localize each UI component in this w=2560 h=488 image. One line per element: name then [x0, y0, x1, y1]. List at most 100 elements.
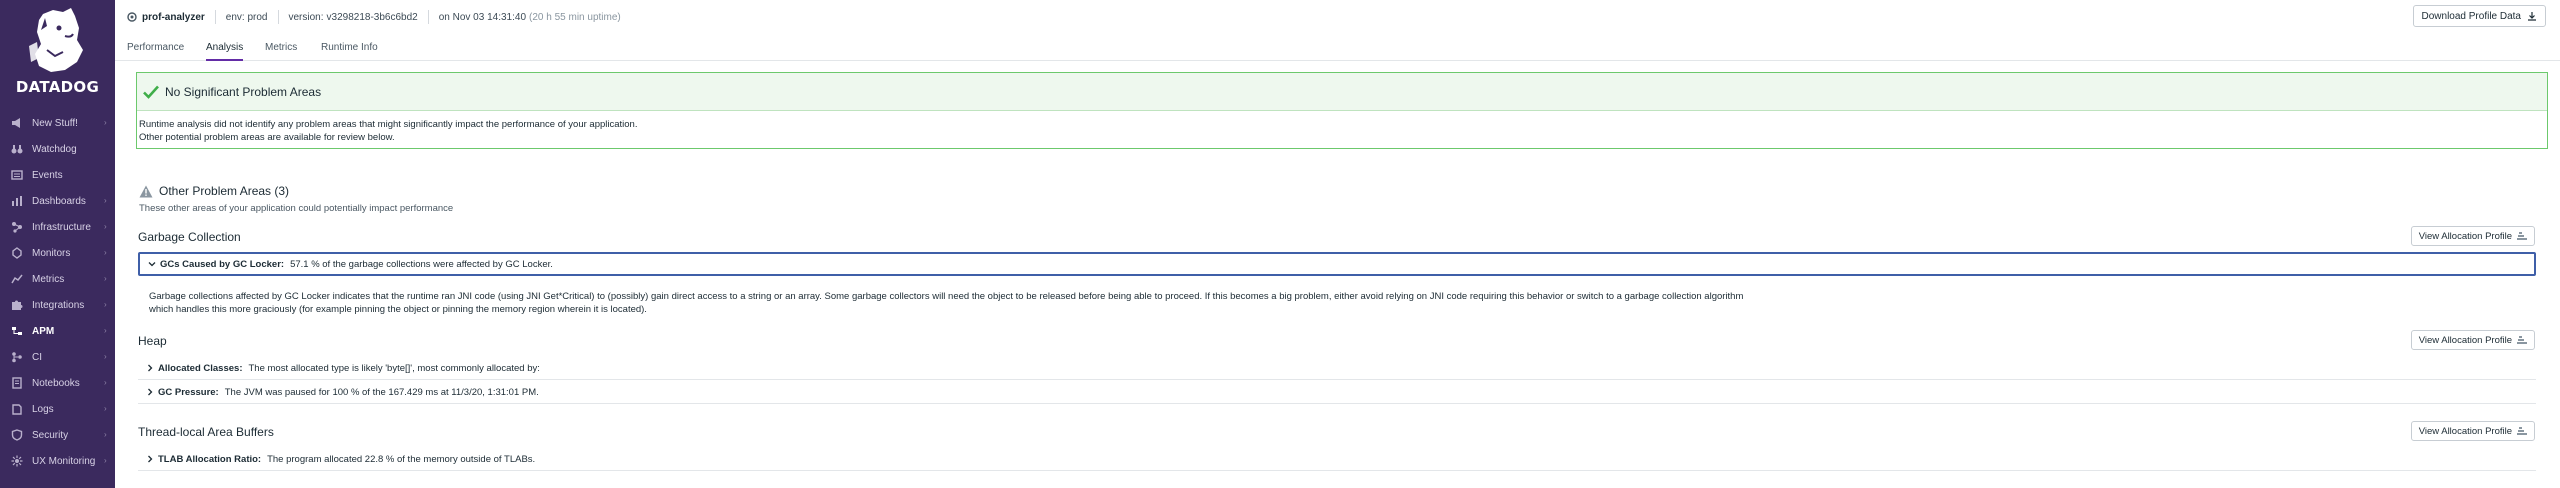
banner-header: No Significant Problem Areas — [137, 73, 2547, 111]
sidebar-item-label: Security — [32, 429, 69, 441]
chevron-right-icon — [144, 363, 156, 373]
sidebar-item-events[interactable]: Events — [0, 162, 115, 188]
chevron-right-icon: › — [104, 456, 107, 465]
sidebar-item-ux-monitoring[interactable]: UX Monitoring › — [0, 448, 115, 474]
row-text: The JVM was paused for 100 % of the 167.… — [224, 386, 539, 398]
chevron-right-icon: › — [104, 326, 107, 335]
chevron-right-icon: › — [104, 300, 107, 309]
gc-section-title: Garbage Collection — [138, 230, 241, 244]
sidebar-item-security[interactable]: Security › — [0, 422, 115, 448]
flame-graph-icon — [2517, 232, 2527, 240]
service-icon — [127, 12, 137, 22]
gc-locker-detail: Garbage collections affected by GC Locke… — [149, 290, 2109, 316]
chevron-right-icon: › — [104, 352, 107, 361]
sidebar-item-watchdog[interactable]: Watchdog — [0, 136, 115, 162]
sidebar-item-label: APM — [32, 325, 55, 337]
tab-metrics[interactable]: Metrics — [265, 42, 297, 61]
chevron-right-icon: › — [104, 196, 107, 205]
chevron-down-icon — [146, 259, 158, 269]
sidebar-item-notebooks[interactable]: Notebooks › — [0, 370, 115, 396]
row-text: The most allocated type is likely 'byte[… — [248, 362, 540, 374]
sidebar-nav: New Stuff! › Watchdog Events Dashboards … — [0, 110, 115, 474]
sidebar-item-new-stuff[interactable]: New Stuff! › — [0, 110, 115, 136]
view-allocation-profile-button[interactable]: View Allocation Profile — [2410, 421, 2535, 441]
divider — [427, 10, 429, 24]
profile-date: on Nov 03 14:31:40 — [438, 11, 527, 23]
sidebar-item-label: Notebooks — [32, 377, 80, 389]
env-tag: env: prod — [225, 11, 268, 23]
sidebar-item-metrics[interactable]: Metrics › — [0, 266, 115, 292]
download-profile-button[interactable]: Download Profile Data — [2412, 5, 2546, 27]
checkmark-icon — [143, 85, 159, 99]
gc-locker-row[interactable]: GCs Caused by GC Locker: 57.1 % of the g… — [138, 252, 2536, 276]
tab-analysis[interactable]: Analysis — [206, 42, 244, 61]
sidebar-item-apm[interactable]: APM › — [0, 318, 115, 344]
binoculars-icon — [10, 142, 24, 156]
sidebar-item-integrations[interactable]: Integrations › — [0, 292, 115, 318]
row-text: The program allocated 22.8 % of the memo… — [267, 453, 536, 465]
monitor-icon — [10, 246, 24, 260]
flame-graph-icon — [2517, 427, 2527, 435]
sidebar-item-infrastructure[interactable]: Infrastructure › — [0, 214, 115, 240]
service-name[interactable]: prof-analyzer — [127, 12, 205, 23]
row-label: GC Pressure: — [158, 386, 219, 398]
datadog-logo[interactable]: DATADOG — [0, 0, 115, 98]
sidebar-item-monitors[interactable]: Monitors › — [0, 240, 115, 266]
banner-title: No Significant Problem Areas — [165, 84, 322, 99]
notebook-icon — [10, 376, 24, 390]
version-label: version: — [288, 11, 324, 23]
heap-section-title: Heap — [138, 334, 167, 348]
button-label: View Allocation Profile — [2418, 425, 2512, 437]
sidebar-item-label: Metrics — [32, 273, 65, 285]
other-problem-areas-title: Other Problem Areas (3) — [159, 184, 290, 198]
dog-logo-icon — [28, 8, 83, 72]
uptime: (20 h 55 min uptime) — [529, 11, 621, 23]
infrastructure-icon — [10, 220, 24, 234]
logo-text: DATADOG — [15, 78, 100, 96]
button-label: View Allocation Profile — [2418, 230, 2512, 242]
allocated-classes-row[interactable]: Allocated Classes: The most allocated ty… — [138, 357, 2536, 380]
sidebar-item-label: Events — [32, 169, 63, 181]
sidebar-item-logs[interactable]: Logs › — [0, 396, 115, 422]
sidebar-item-label: Logs — [32, 403, 54, 415]
tab-runtime-info[interactable]: Runtime Info — [321, 42, 378, 61]
sidebar-item-label: New Stuff! — [32, 117, 78, 129]
warning-icon — [139, 185, 153, 197]
gc-pressure-row[interactable]: GC Pressure: The JVM was paused for 100 … — [138, 381, 2536, 404]
view-allocation-profile-button[interactable]: View Allocation Profile — [2410, 330, 2535, 350]
tlab-section-title: Thread-local Area Buffers — [138, 425, 274, 439]
banner-body: Runtime analysis did not identify any pr… — [137, 111, 2547, 148]
chevron-right-icon — [144, 454, 156, 464]
divider — [214, 10, 216, 24]
sidebar-item-label: Infrastructure — [32, 221, 91, 233]
sidebar-item-label: Dashboards — [32, 195, 86, 207]
ux-monitoring-icon — [10, 454, 24, 468]
version-value: v3298218-3b6c6bd2 — [326, 11, 418, 23]
button-label: View Allocation Profile — [2418, 334, 2512, 346]
view-allocation-profile-button[interactable]: View Allocation Profile — [2410, 226, 2535, 246]
profile-tabs: Performance Analysis Metrics Runtime Inf… — [115, 34, 2560, 61]
detail-line: which handles this more graciously (for … — [149, 304, 647, 315]
row-label: Allocated Classes: — [158, 362, 243, 374]
tlab-allocation-ratio-row[interactable]: TLAB Allocation Ratio: The program alloc… — [138, 448, 2536, 471]
sidebar-item-label: Integrations — [32, 299, 85, 311]
detail-line: Garbage collections affected by GC Locke… — [149, 291, 1744, 302]
chevron-right-icon: › — [104, 378, 107, 387]
chevron-right-icon: › — [104, 430, 107, 439]
logs-icon — [10, 402, 24, 416]
profile-header: prof-analyzer env: prod version: v329821… — [115, 0, 2560, 34]
row-text: 57.1 % of the garbage collections were a… — [290, 258, 553, 270]
chevron-right-icon: › — [104, 404, 107, 413]
sidebar-item-label: Monitors — [32, 247, 71, 259]
other-problem-areas-subtitle: These other areas of your application co… — [139, 203, 454, 214]
sidebar-item-ci[interactable]: CI › — [0, 344, 115, 370]
chevron-right-icon: › — [104, 222, 107, 231]
tab-performance[interactable]: Performance — [127, 42, 184, 61]
dashboard-icon — [10, 194, 24, 208]
chevron-right-icon: › — [104, 118, 107, 127]
sidebar-item-dashboards[interactable]: Dashboards › — [0, 188, 115, 214]
sidebar: DATADOG New Stuff! › Watchdog Events Das… — [0, 0, 115, 488]
download-label: Download Profile Data — [2421, 10, 2522, 22]
row-label: GCs Caused by GC Locker: — [160, 258, 285, 270]
service-label: prof-analyzer — [142, 11, 205, 23]
